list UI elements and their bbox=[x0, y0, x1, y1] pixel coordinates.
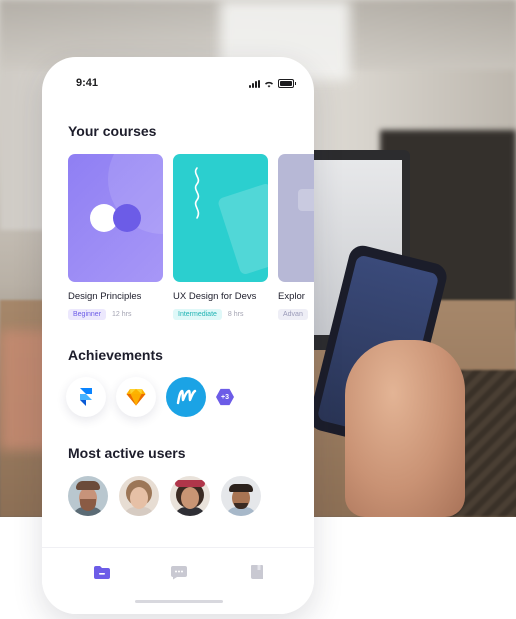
tab-bar bbox=[42, 547, 314, 614]
tab-messages[interactable] bbox=[169, 562, 189, 582]
sketch-badge[interactable] bbox=[116, 377, 156, 417]
course-title: Explor bbox=[278, 291, 305, 302]
user-avatar[interactable] bbox=[170, 476, 210, 516]
phone-mockup: 9:41 Your courses Design Principles Begi… bbox=[42, 57, 314, 614]
course-thumbnail bbox=[173, 154, 268, 282]
course-title: UX Design for Devs bbox=[173, 291, 257, 302]
more-achievements-badge[interactable]: +3 bbox=[216, 388, 234, 406]
active-users-row bbox=[68, 476, 261, 516]
course-thumbnail bbox=[68, 154, 163, 282]
level-badge: Beginner bbox=[68, 309, 107, 320]
level-badge: Advan bbox=[278, 309, 308, 320]
squiggle-icon bbox=[194, 167, 200, 219]
level-badge: Intermediate bbox=[173, 309, 222, 320]
chat-icon bbox=[171, 565, 187, 579]
framer-badge[interactable] bbox=[66, 377, 106, 417]
achievements-row: +3 bbox=[66, 377, 234, 417]
course-card[interactable]: Design Principles Beginner 12 hrs bbox=[68, 154, 163, 320]
user-avatar[interactable] bbox=[68, 476, 108, 516]
user-avatar[interactable] bbox=[119, 476, 159, 516]
users-heading: Most active users bbox=[68, 445, 186, 461]
course-card[interactable]: UX Design for Devs Intermediate 8 hrs bbox=[173, 154, 268, 320]
battery-icon bbox=[278, 79, 296, 88]
status-icons bbox=[249, 79, 296, 88]
wifi-icon bbox=[265, 81, 273, 87]
course-duration: 12 hrs bbox=[112, 311, 132, 318]
status-time: 9:41 bbox=[76, 77, 99, 89]
courses-heading: Your courses bbox=[68, 123, 157, 139]
user-avatar[interactable] bbox=[221, 476, 261, 516]
status-bar: 9:41 bbox=[42, 57, 314, 107]
courses-carousel[interactable]: Design Principles Beginner 12 hrs UX Des… bbox=[68, 154, 314, 329]
marvel-badge[interactable] bbox=[166, 377, 206, 417]
course-thumbnail bbox=[278, 154, 314, 282]
course-duration: 8 hrs bbox=[227, 311, 244, 318]
marvel-icon bbox=[176, 389, 197, 405]
sketch-icon bbox=[126, 389, 146, 406]
course-title: Design Principles bbox=[68, 291, 142, 302]
tab-library[interactable] bbox=[247, 562, 267, 582]
course-card[interactable]: Explor Advan bbox=[278, 154, 314, 320]
folder-icon bbox=[94, 565, 110, 579]
signal-icon bbox=[249, 79, 260, 88]
framer-icon bbox=[80, 388, 92, 406]
home-indicator bbox=[135, 600, 223, 603]
book-icon bbox=[251, 565, 263, 579]
achievements-heading: Achievements bbox=[68, 347, 163, 363]
tab-courses[interactable] bbox=[92, 562, 112, 582]
